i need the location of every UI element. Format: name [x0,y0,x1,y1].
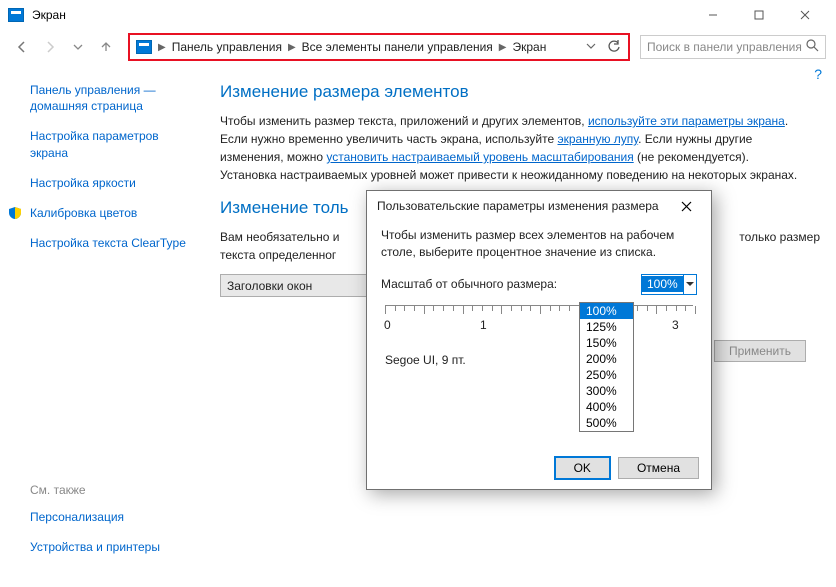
option-400[interactable]: 400% [580,399,633,415]
link-magnifier[interactable]: экранную лупу [558,132,639,146]
scale-dropdown-list[interactable]: 100% 125% 150% 200% 250% 300% 400% 500% [579,302,634,432]
option-100[interactable]: 100% [580,303,633,319]
close-button[interactable] [782,0,828,30]
shield-icon [8,206,22,220]
minimize-button[interactable] [690,0,736,30]
dialog-description: Чтобы изменить размер всех элементов на … [381,227,697,262]
sidebar-item-color-calibration[interactable]: Калибровка цветов [30,205,196,221]
nav-up[interactable] [94,35,118,59]
dialog-close-button[interactable] [671,195,701,217]
chevron-right-icon[interactable]: ▶ [497,42,509,53]
search-placeholder: Поиск в панели управления [647,40,802,54]
apply-button[interactable]: Применить [714,340,806,362]
search-icon[interactable] [806,39,819,55]
control-panel-icon [136,40,152,54]
custom-scaling-dialog: Пользовательские параметры изменения раз… [366,190,712,490]
footer-link-personalization[interactable]: Персонализация [30,509,160,525]
address-bar-highlight: ▶ Панель управления ▶ Все элементы панел… [128,33,630,61]
breadcrumb-1[interactable]: Панель управления [172,40,282,54]
main-paragraph: Чтобы изменить размер текста, приложений… [220,112,800,184]
window-title: Экран [32,8,690,22]
sidebar-item-display-settings[interactable]: Настройка параметров экрана [30,128,196,160]
scale-combo[interactable]: 100% [641,274,697,295]
titlebar: Экран [0,0,836,30]
sidebar-home[interactable]: Панель управления —домашняя страница [30,82,196,114]
scale-label: Масштаб от обычного размера: [381,277,641,291]
address-dropdown[interactable] [580,40,602,54]
maximize-button[interactable] [736,0,782,30]
nav-forward[interactable] [38,35,62,59]
breadcrumb-3[interactable]: Экран [512,40,546,54]
sidebar-item-cleartype[interactable]: Настройка текста ClearType [30,235,196,251]
option-200[interactable]: 200% [580,351,633,367]
cancel-button[interactable]: Отмена [618,457,699,479]
refresh-button[interactable] [602,40,626,54]
option-150[interactable]: 150% [580,335,633,351]
ok-button[interactable]: OK [555,457,610,479]
option-125[interactable]: 125% [580,319,633,335]
footer-link-devices[interactable]: Устройства и принтеры [30,539,160,555]
dialog-title: Пользовательские параметры изменения раз… [377,199,659,213]
link-custom-scaling[interactable]: установить настраиваемый уровень масштаб… [326,150,633,164]
chevron-down-icon[interactable] [683,275,696,294]
option-250[interactable]: 250% [580,367,633,383]
nav-back[interactable] [10,35,34,59]
search-input[interactable]: Поиск в панели управления [640,35,826,59]
page-title: Изменение размера элементов [220,82,806,102]
option-300[interactable]: 300% [580,383,633,399]
font-sample: Segoe UI, 9 пт. [385,353,693,367]
element-type-combo[interactable]: Заголовки окон ▾ [220,274,390,297]
chevron-right-icon[interactable]: ▶ [156,42,168,53]
breadcrumb-2[interactable]: Все элементы панели управления [302,40,493,54]
see-also-header: См. также [30,483,160,497]
app-icon [8,8,24,22]
ruler[interactable]: 0 1 3 [385,305,693,345]
sidebar-item-brightness[interactable]: Настройка яркости [30,175,196,191]
scale-value: 100% [642,276,683,292]
address-bar[interactable]: ▶ Панель управления ▶ Все элементы панел… [132,36,580,58]
help-icon[interactable]: ? [814,66,822,82]
option-500[interactable]: 500% [580,415,633,431]
link-display-params[interactable]: используйте эти параметры экрана [588,114,785,128]
chevron-right-icon[interactable]: ▶ [286,42,298,53]
nav-recent[interactable] [66,35,90,59]
